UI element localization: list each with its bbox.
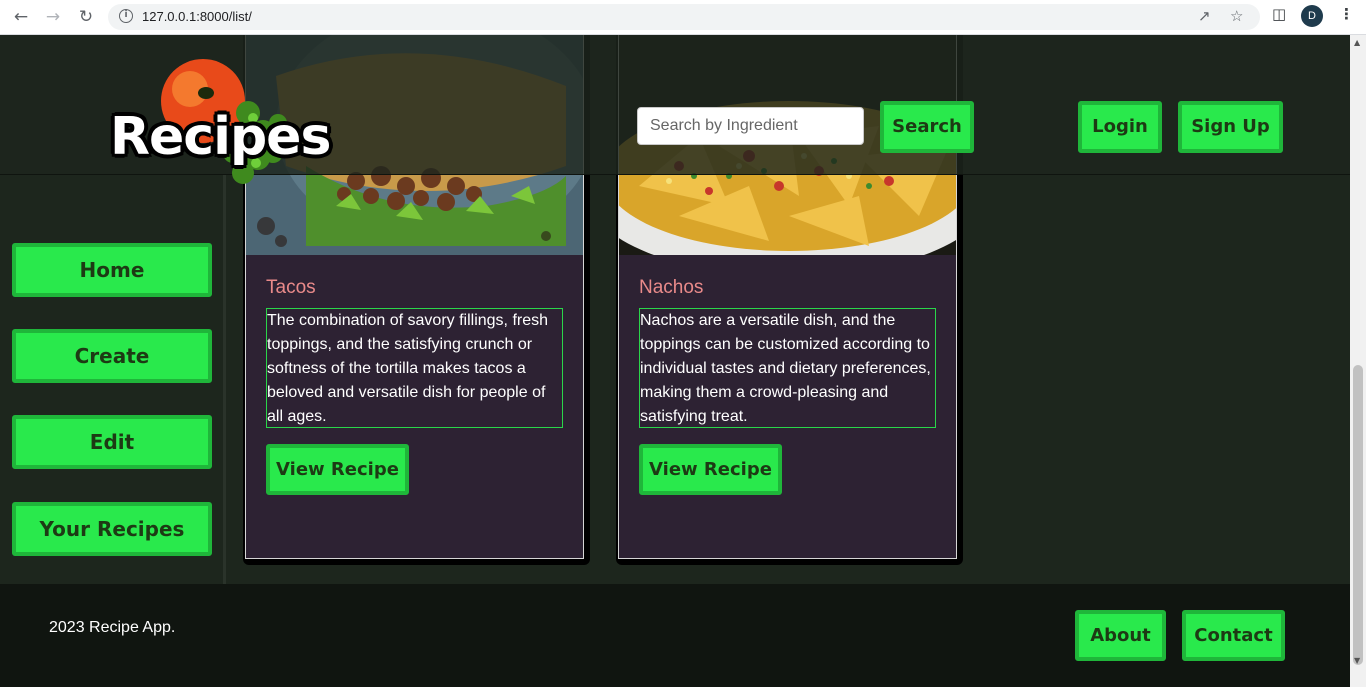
login-button[interactable]: Login (1078, 101, 1162, 153)
page-content: Tacos The combination of savory fillings… (0, 35, 1350, 687)
sidebar-item-home[interactable]: Home (12, 243, 212, 297)
search-ingredient-input[interactable] (637, 107, 864, 145)
view-recipe-button[interactable]: View Recipe (266, 444, 409, 495)
side-panel-icon[interactable]: ◫ (1272, 5, 1286, 23)
sidebar-item-create[interactable]: Create (12, 329, 212, 383)
logo-text[interactable]: Recipes (110, 107, 331, 167)
search-button[interactable]: Search (880, 101, 974, 153)
view-recipe-button[interactable]: View Recipe (639, 444, 782, 495)
back-arrow-icon[interactable]: ← (9, 5, 33, 29)
site-info-icon[interactable]: i (119, 9, 133, 23)
scroll-up-arrow-icon[interactable]: ▲ (1354, 38, 1360, 47)
url-text[interactable]: 127.0.0.1:8000/list/ (142, 9, 252, 24)
card-title: Tacos (266, 277, 316, 298)
share-icon[interactable]: ↗ (1198, 7, 1211, 25)
address-bar[interactable]: i 127.0.0.1:8000/list/ ↗ ☆ (108, 4, 1260, 30)
site-footer: 2023 Recipe App. About Contact (0, 584, 1350, 687)
sidebar-item-your-recipes[interactable]: Your Recipes (12, 502, 212, 556)
contact-button[interactable]: Contact (1182, 610, 1285, 661)
more-menu-icon[interactable]: ⋮ (1339, 5, 1354, 23)
about-button[interactable]: About (1075, 610, 1166, 661)
card-description: The combination of savory fillings, fres… (266, 308, 563, 428)
reload-icon[interactable]: ↻ (74, 5, 98, 29)
forward-arrow-icon[interactable]: → (41, 5, 65, 29)
site-header: Recipes Search Login Sign Up (0, 35, 1350, 184)
card-description: Nachos are a versatile dish, and the top… (639, 308, 936, 428)
copyright-text: 2023 Recipe App. (49, 619, 176, 636)
scroll-down-arrow-icon[interactable]: ▼ (1354, 656, 1360, 665)
browser-toolbar: ← → ↻ i 127.0.0.1:8000/list/ ↗ ☆ ◫ D ⋮ (0, 0, 1366, 35)
profile-avatar[interactable]: D (1301, 5, 1323, 27)
signup-button[interactable]: Sign Up (1178, 101, 1283, 153)
sidebar-item-edit[interactable]: Edit (12, 415, 212, 469)
sidebar: Home Create Edit Your Recipes (0, 175, 226, 587)
card-title: Nachos (639, 277, 704, 298)
bookmark-star-icon[interactable]: ☆ (1230, 7, 1243, 25)
vertical-scrollbar[interactable]: ▲ ▼ (1350, 35, 1366, 687)
scrollbar-thumb[interactable] (1353, 365, 1363, 665)
